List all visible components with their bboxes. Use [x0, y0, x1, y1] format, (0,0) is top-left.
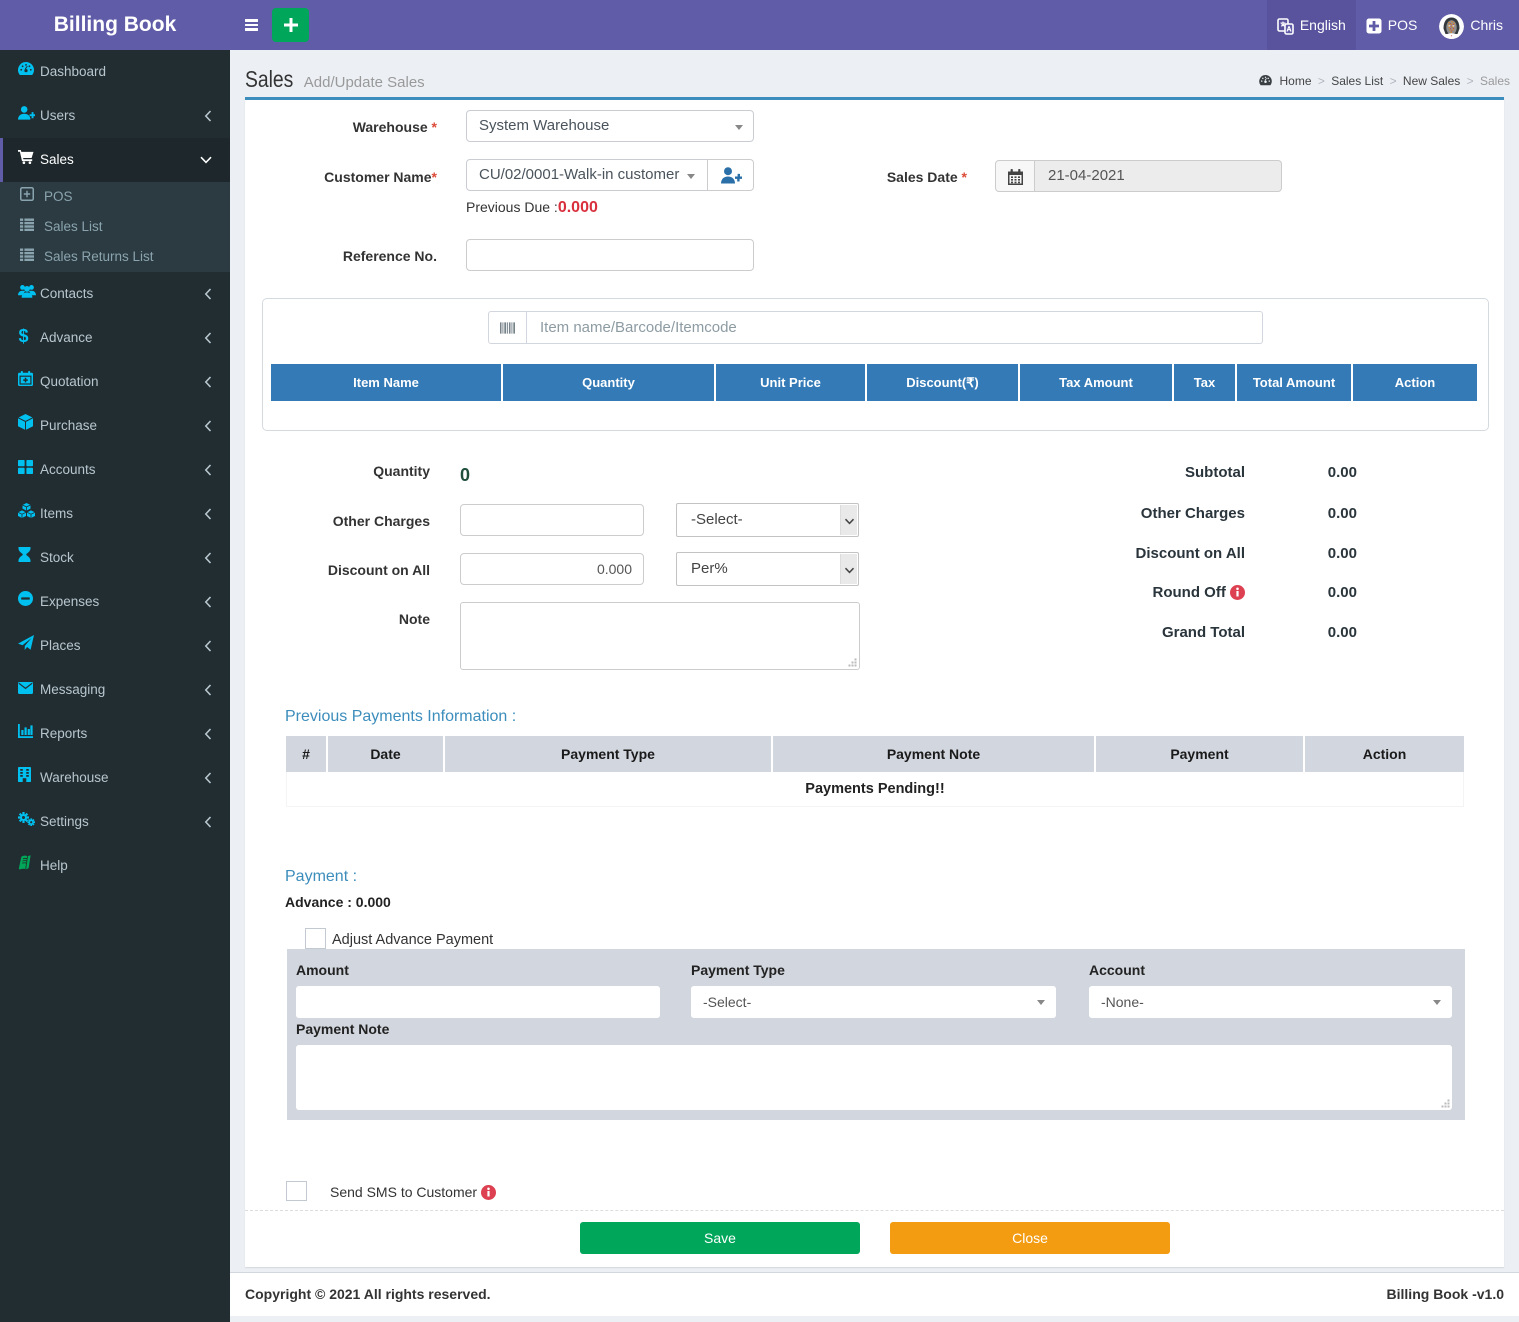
svg-text:$: $ — [18, 326, 28, 346]
